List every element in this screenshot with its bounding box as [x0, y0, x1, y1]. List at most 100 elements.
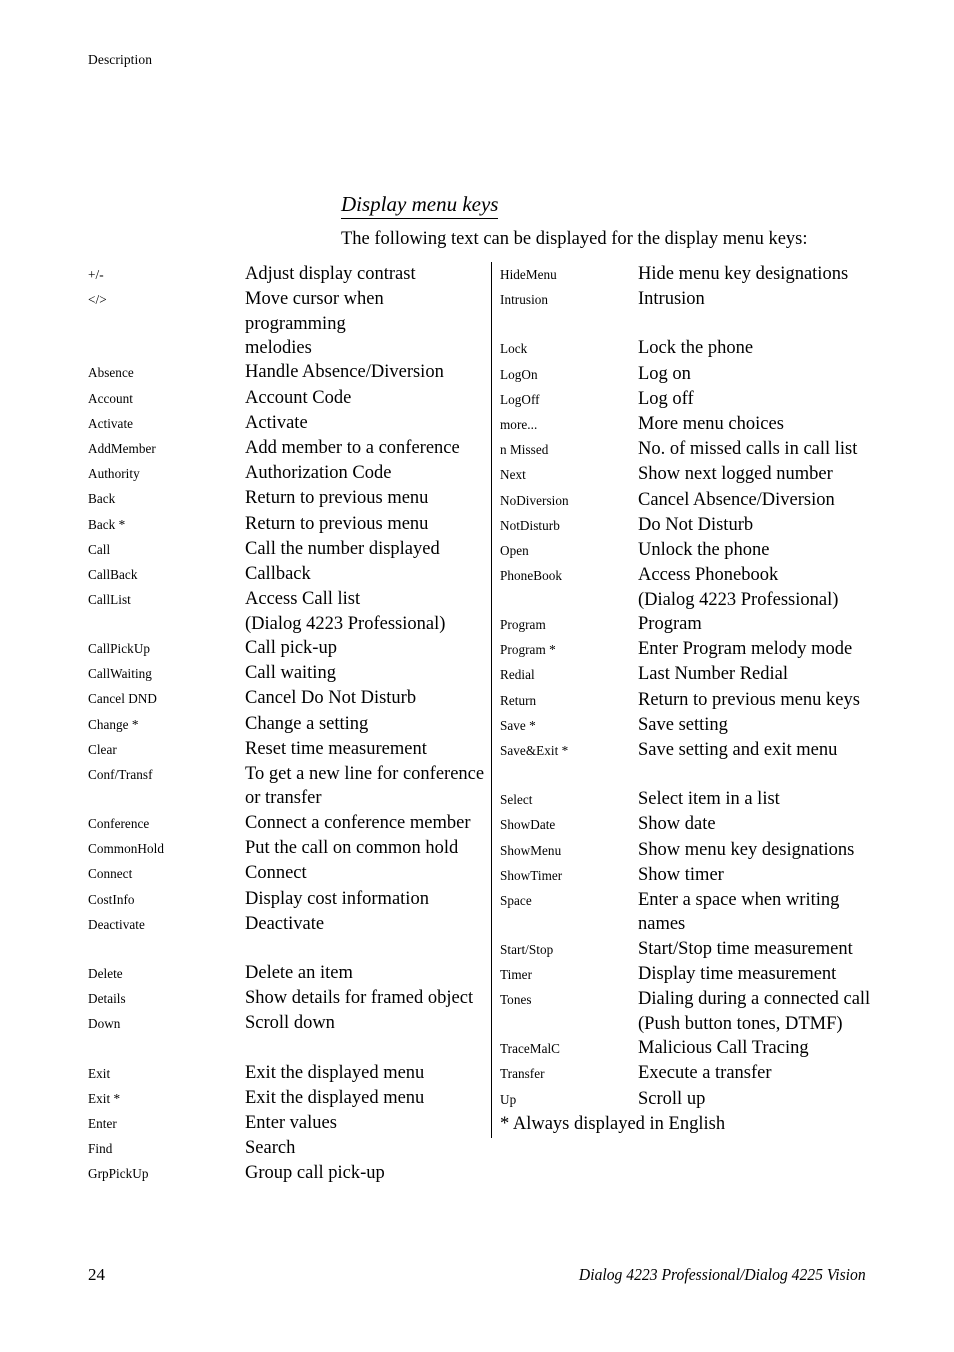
- key-label: Program: [500, 617, 546, 633]
- key-description: Scroll down: [245, 1013, 335, 1034]
- key-description: Add member to a conference: [245, 438, 460, 459]
- key-description: Exit the displayed menu: [245, 1062, 425, 1083]
- key-label: Details: [88, 991, 126, 1007]
- key-description: Enter Program melody mode: [638, 639, 853, 660]
- key-row: Cancel DND Cancel Do Not Disturb: [88, 686, 488, 711]
- key-description: No. of missed calls in call list: [638, 439, 858, 460]
- key-label: n Missed: [500, 442, 549, 458]
- key-row: Intrusion Intrusion: [500, 287, 900, 312]
- key-description: Scroll up: [638, 1088, 706, 1109]
- key-label: Lock: [500, 341, 528, 357]
- key-row: Find Search: [88, 1136, 488, 1161]
- key-row: Down Scroll down: [88, 1011, 488, 1036]
- key-row: Account Account Code: [88, 386, 488, 411]
- key-description: Show details for framed object: [245, 988, 474, 1009]
- key-description: Start/Stop time measurement: [638, 938, 853, 959]
- key-label: Save&Exit *: [500, 743, 569, 759]
- key-row: </> Move cursor when programming melodies: [88, 287, 488, 360]
- key-label: CallBack: [88, 567, 138, 583]
- key-label: CallWaiting: [88, 666, 152, 682]
- key-row: Conf/Transf To get a new line for confere…: [88, 762, 488, 811]
- key-description: Connect a conference member: [245, 812, 471, 833]
- key-description: Group call pick-up: [245, 1163, 385, 1184]
- key-label: CallPickUp: [88, 641, 151, 657]
- key-label: Down: [88, 1016, 121, 1032]
- key-row: Open Unlock the phone: [500, 538, 900, 563]
- key-row: Next Show next logged number: [500, 462, 900, 487]
- key-label: NotDisturb: [500, 517, 560, 533]
- key-label: Redial: [500, 667, 535, 683]
- key-row: Return Return to previous menu keys: [500, 688, 900, 713]
- key-row: CallBack Callback: [88, 562, 488, 587]
- key-row: HideMenu Hide menu key designations: [500, 262, 900, 287]
- key-description: Hide menu key designations: [638, 264, 849, 284]
- key-label: Cancel DND: [88, 691, 157, 707]
- key-description: Save setting: [638, 714, 728, 735]
- key-row: AddMember Add member to a conference: [88, 436, 488, 461]
- key-description: Execute a transfer: [638, 1063, 772, 1084]
- key-label: ShowMenu: [500, 842, 562, 858]
- key-description: Callback: [245, 564, 311, 585]
- key-label: NoDiversion: [500, 492, 569, 508]
- key-row: CallWaiting Call waiting: [88, 661, 488, 686]
- key-label: Up: [500, 1091, 517, 1107]
- key-row: Activate Activate: [88, 411, 488, 436]
- key-label: Transfer: [500, 1066, 545, 1082]
- key-label: Next: [500, 467, 526, 483]
- key-row: CallList Access Call list (Dialog 4223 Pr…: [88, 587, 488, 636]
- key-row: Save * Save setting: [500, 713, 900, 738]
- key-label: Conf/Transf: [88, 767, 153, 783]
- key-label: Select: [500, 792, 533, 808]
- intro-paragraph: The following text can be displayed for …: [341, 229, 808, 249]
- key-description: Adjust display contrast: [245, 264, 416, 284]
- key-description: Access Phonebook (Dialog 4223 Profession…: [638, 565, 839, 610]
- key-description: Search: [245, 1138, 296, 1159]
- key-row: Up Scroll up: [500, 1087, 900, 1112]
- key-description: Put the call on common hold: [245, 838, 459, 859]
- key-label: Exit: [88, 1065, 111, 1081]
- key-row: Back * Return to previous menu: [88, 512, 488, 537]
- key-label: Timer: [500, 967, 533, 983]
- key-row: Conference Connect a conference member: [88, 811, 488, 836]
- key-row: ShowMenu Show menu key designations: [500, 838, 900, 863]
- key-description: Cancel Do Not Disturb: [245, 688, 417, 709]
- key-description: Show timer: [638, 864, 724, 885]
- key-description: Move cursor when programming melodies: [245, 289, 384, 359]
- key-row: Connect Connect: [88, 861, 488, 886]
- key-label: CallList: [88, 592, 131, 608]
- key-description: Activate: [245, 412, 308, 433]
- key-label: TraceMalC: [500, 1041, 561, 1057]
- key-row: ShowTimer Show timer: [500, 863, 900, 888]
- key-label: Exit *: [88, 1090, 121, 1106]
- key-label: Back *: [88, 516, 126, 532]
- key-description: Display time measurement: [638, 964, 837, 985]
- key-description: Cancel Absence/Diversion: [638, 489, 835, 510]
- key-row: Exit * Exit the displayed menu: [88, 1086, 488, 1111]
- key-label: Activate: [88, 415, 134, 431]
- key-label: LogOn: [500, 366, 538, 382]
- key-description: Authorization Code: [245, 463, 392, 484]
- key-row: PhoneBook Access Phonebook (Dialog 4223 P…: [500, 563, 900, 612]
- key-label: Save *: [500, 717, 536, 733]
- key-label: Delete: [88, 965, 123, 981]
- key-description: Lock the phone: [638, 338, 754, 359]
- key-description: Delete an item: [245, 962, 353, 983]
- key-row: LogOff Log off: [500, 387, 900, 412]
- key-row: GrpPickUp Group call pick-up: [88, 1161, 488, 1186]
- key-label: LogOff: [500, 391, 540, 407]
- key-description: Malicious Call Tracing: [638, 1038, 809, 1059]
- key-row: Start/Stop Start/Stop time measurement: [500, 937, 900, 962]
- key-label: CommonHold: [88, 841, 164, 857]
- key-row: Clear Reset time measurement: [88, 737, 488, 762]
- key-description: Show next logged number: [638, 464, 833, 485]
- key-row: Lock Lock the phone: [500, 336, 900, 361]
- key-row: Deactivate Deactivate: [88, 912, 488, 937]
- key-description: Show menu key designations: [638, 839, 855, 860]
- key-label: Program *: [500, 642, 556, 658]
- key-description: Do Not Disturb: [638, 514, 754, 535]
- key-row: Timer Display time measurement: [500, 962, 900, 987]
- key-description: Return to previous menu keys: [638, 689, 860, 710]
- key-row: n Missed No. of missed calls in call list: [500, 437, 900, 462]
- key-description: Change a setting: [245, 713, 369, 734]
- key-label: PhoneBook: [500, 568, 562, 584]
